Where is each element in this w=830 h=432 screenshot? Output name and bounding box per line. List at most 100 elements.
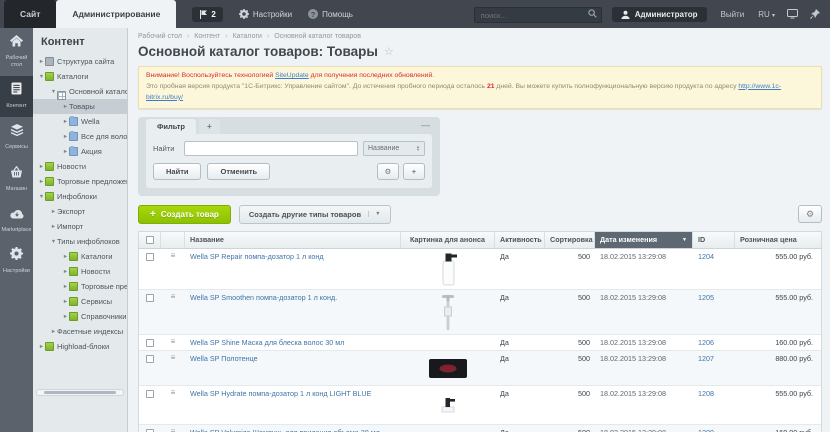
- favorite-star-icon[interactable]: ☆: [384, 45, 394, 58]
- expand-arrow-icon[interactable]: ►: [62, 149, 69, 155]
- tree-item[interactable]: ► Акция: [33, 144, 127, 159]
- expand-arrow-icon[interactable]: ►: [62, 284, 69, 290]
- product-id-link[interactable]: 1207: [693, 351, 735, 366]
- table-settings-button[interactable]: ⚙: [798, 205, 822, 223]
- expand-arrow-icon[interactable]: ►: [62, 254, 69, 260]
- column-header-active[interactable]: Активность: [495, 232, 545, 248]
- sidebar-item-layers[interactable]: Сервисы: [0, 117, 33, 158]
- field-select[interactable]: Название ▲▼: [363, 141, 425, 156]
- create-product-button[interactable]: + Создать товар: [138, 205, 231, 224]
- expand-arrow-icon[interactable]: ►: [62, 104, 69, 110]
- filter-add-button[interactable]: +: [403, 163, 425, 180]
- sidebar-item-document[interactable]: Контент: [0, 76, 33, 117]
- search-input[interactable]: [474, 7, 602, 23]
- expand-arrow-icon[interactable]: ▼: [38, 194, 45, 200]
- row-menu-icon[interactable]: ≡: [161, 386, 185, 400]
- expand-arrow-icon[interactable]: ►: [62, 269, 69, 275]
- select-all-checkbox[interactable]: [146, 236, 154, 244]
- tree-item[interactable]: ▼ Инфоблоки: [33, 189, 127, 204]
- column-header-price[interactable]: Розничная цена: [735, 232, 821, 248]
- find-input[interactable]: [184, 141, 358, 156]
- column-header-name[interactable]: Название: [185, 232, 401, 248]
- expand-arrow-icon[interactable]: ▼: [38, 74, 45, 80]
- row-checkbox[interactable]: [146, 339, 154, 347]
- column-header-modified-sorted[interactable]: Дата изменения▼: [595, 232, 693, 248]
- expand-arrow-icon[interactable]: ►: [62, 314, 69, 320]
- expand-arrow-icon[interactable]: ►: [38, 344, 45, 350]
- column-header-sort[interactable]: Сортировка: [545, 232, 595, 248]
- breadcrumb-item[interactable]: Рабочий стол: [138, 33, 182, 40]
- row-menu-icon[interactable]: ≡: [161, 351, 185, 365]
- row-checkbox[interactable]: [146, 429, 154, 432]
- product-id-link[interactable]: 1204: [693, 249, 735, 264]
- breadcrumb-item[interactable]: Контент: [194, 33, 220, 40]
- tree-horizontal-scrollbar[interactable]: [36, 389, 124, 396]
- product-id-link[interactable]: 1208: [693, 386, 735, 401]
- expand-arrow-icon[interactable]: ►: [50, 209, 57, 215]
- product-name-link[interactable]: Wella SP Volumize Шампунь для придания о…: [185, 425, 401, 432]
- expand-arrow-icon[interactable]: ►: [62, 119, 69, 125]
- filter-settings-button[interactable]: ⚙: [377, 163, 399, 180]
- sidebar-item-gear[interactable]: Настройки: [0, 241, 33, 282]
- tree-item[interactable]: ► Экспорт: [33, 204, 127, 219]
- cancel-button[interactable]: Отменить: [207, 163, 270, 180]
- tab-site[interactable]: Сайт: [4, 0, 56, 28]
- tree-item[interactable]: ► Торговые предложения: [33, 174, 127, 189]
- product-id-link[interactable]: 1205: [693, 290, 735, 305]
- scrollbar-thumb[interactable]: [44, 391, 116, 394]
- filter-minimize-button[interactable]: —: [421, 120, 430, 130]
- expand-arrow-icon[interactable]: ►: [38, 59, 45, 65]
- column-header-id[interactable]: ID: [693, 232, 735, 248]
- expand-arrow-icon[interactable]: ►: [62, 134, 69, 140]
- language-dropdown[interactable]: RU ▾: [758, 10, 775, 19]
- expand-arrow-icon[interactable]: ▼: [50, 89, 57, 95]
- expand-arrow-icon[interactable]: ►: [62, 299, 69, 305]
- row-checkbox[interactable]: [146, 253, 154, 261]
- tree-item[interactable]: ► Торговые предложе: [33, 279, 127, 294]
- tree-item[interactable]: ► Каталоги: [33, 249, 127, 264]
- expand-arrow-icon[interactable]: ►: [38, 164, 45, 170]
- product-name-link[interactable]: Wella SP Полотенце: [185, 351, 401, 366]
- add-filter-tab-button[interactable]: +: [199, 119, 220, 134]
- notifications-button[interactable]: 2: [192, 7, 222, 22]
- siteupdate-link[interactable]: SiteUpdate: [275, 72, 309, 79]
- logout-link[interactable]: Выйти: [721, 10, 745, 19]
- settings-button[interactable]: Настройки: [239, 9, 292, 19]
- tree-item[interactable]: ▼ Основной каталог това: [33, 84, 127, 99]
- column-header-image[interactable]: Картинка для анонса: [401, 232, 495, 248]
- help-button[interactable]: ? Помощь: [308, 9, 353, 19]
- row-checkbox[interactable]: [146, 390, 154, 398]
- breadcrumb-item[interactable]: Каталоги: [233, 33, 262, 40]
- sidebar-item-home[interactable]: Рабочий стол: [0, 28, 33, 76]
- product-id-link[interactable]: 1206: [693, 335, 735, 350]
- tree-item[interactable]: ► Справочники: [33, 309, 127, 324]
- tree-item[interactable]: ► Новости: [33, 264, 127, 279]
- find-button[interactable]: Найти: [153, 163, 201, 180]
- tree-item[interactable]: ► Highload-блоки: [33, 339, 127, 354]
- tree-item[interactable]: ► Новости: [33, 159, 127, 174]
- tab-administration[interactable]: Администрирование: [56, 0, 176, 28]
- product-name-link[interactable]: Wella SP Smoothen помпа-дозатор 1 л конд…: [185, 290, 401, 305]
- product-name-link[interactable]: Wella SP Repair помпа-дозатор 1 л конд: [185, 249, 401, 264]
- row-checkbox[interactable]: [146, 355, 154, 363]
- desktop-mode-button[interactable]: [787, 9, 798, 19]
- expand-arrow-icon[interactable]: ►: [38, 179, 45, 185]
- product-id-link[interactable]: 1209: [693, 425, 735, 432]
- sidebar-item-basket[interactable]: Магазин: [0, 159, 33, 200]
- tree-item[interactable]: ► Сервисы: [33, 294, 127, 309]
- row-menu-icon[interactable]: ≡: [161, 425, 185, 432]
- tree-item[interactable]: ► Все для волос: [33, 129, 127, 144]
- tree-item[interactable]: ▼ Типы инфоблоков: [33, 234, 127, 249]
- row-menu-icon[interactable]: ≡: [161, 249, 185, 263]
- product-name-link[interactable]: Wella SP Hydrate помпа-дозатор 1 л конд …: [185, 386, 401, 401]
- tree-item[interactable]: ► Wella: [33, 114, 127, 129]
- sidebar-item-cloud[interactable]: Marketplace: [0, 200, 33, 241]
- tree-item[interactable]: ▼ Каталоги: [33, 69, 127, 84]
- tree-item[interactable]: ► Импорт: [33, 219, 127, 234]
- tree-item[interactable]: ► Структура сайта: [33, 54, 127, 69]
- row-menu-icon[interactable]: ≡: [161, 290, 185, 304]
- pin-panel-button[interactable]: [810, 9, 820, 19]
- product-name-link[interactable]: Wella SP Shine Маска для блеска волос 30…: [185, 335, 401, 350]
- expand-arrow-icon[interactable]: ►: [50, 224, 57, 230]
- row-menu-icon[interactable]: ≡: [161, 335, 185, 349]
